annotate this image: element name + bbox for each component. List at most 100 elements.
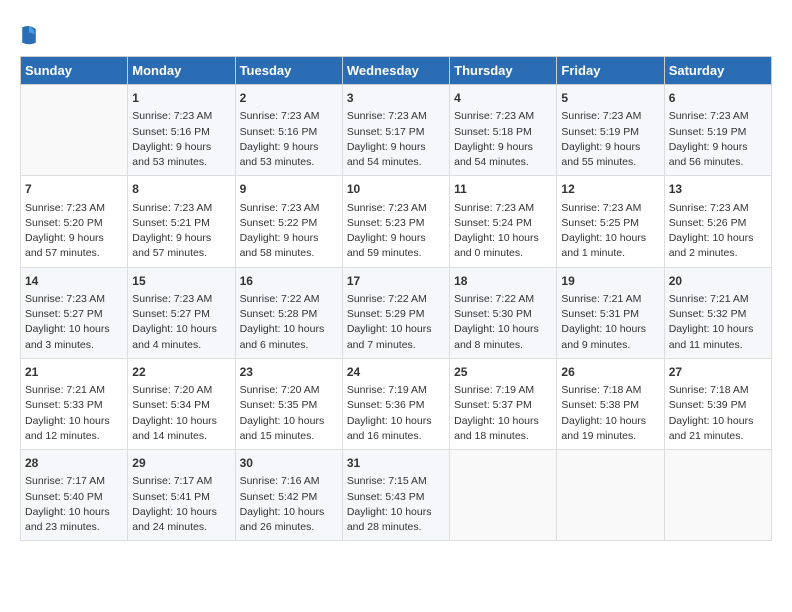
day-number: 6 [669,90,767,107]
cell-text: and 28 minutes. [347,520,445,535]
cell-text: Sunrise: 7:17 AM [132,474,230,489]
day-number: 9 [240,181,338,198]
cell-text: Daylight: 9 hours [561,140,659,155]
cell-text: Sunrise: 7:21 AM [25,383,123,398]
calendar-cell: 18Sunrise: 7:22 AMSunset: 5:30 PMDayligh… [450,267,557,358]
cell-text: Daylight: 10 hours [347,505,445,520]
cell-text: Sunrise: 7:23 AM [347,201,445,216]
cell-text: Daylight: 10 hours [669,322,767,337]
cell-text: and 12 minutes. [25,429,123,444]
cell-text: Daylight: 10 hours [132,322,230,337]
calendar-cell: 9Sunrise: 7:23 AMSunset: 5:22 PMDaylight… [235,176,342,267]
day-number: 1 [132,90,230,107]
calendar-cell: 28 Sunrise: 7:17 AMSunset: 5:40 PMDayligh… [21,450,128,541]
calendar-cell: 5Sunrise: 7:23 AMSunset: 5:19 PMDaylight… [557,85,664,176]
cell-text: and 55 minutes. [561,155,659,170]
cell-text: Sunset: 5:22 PM [240,216,338,231]
day-number: 30 [240,455,338,472]
day-number: 24 [347,364,445,381]
cell-text: Daylight: 10 hours [347,414,445,429]
day-number: 17 [347,273,445,290]
day-number: 25 [454,364,552,381]
cell-text: Daylight: 9 hours [132,231,230,246]
cell-text: Sunrise: 7:23 AM [240,109,338,124]
cell-text: and 18 minutes. [454,429,552,444]
cell-text: and 4 minutes. [132,338,230,353]
calendar-cell: 27Sunrise: 7:18 AMSunset: 5:39 PMDayligh… [664,358,771,449]
cell-text: Daylight: 9 hours [240,140,338,155]
day-number: 11 [454,181,552,198]
cell-text: and 54 minutes. [454,155,552,170]
calendar-cell: 12Sunrise: 7:23 AMSunset: 5:25 PMDayligh… [557,176,664,267]
cell-text: Sunset: 5:26 PM [669,216,767,231]
cell-text: Daylight: 10 hours [25,414,123,429]
cell-text: Sunset: 5:23 PM [347,216,445,231]
day-number: 16 [240,273,338,290]
cell-text: and 24 minutes. [132,520,230,535]
calendar-cell: 8Sunrise: 7:23 AMSunset: 5:21 PMDaylight… [128,176,235,267]
cell-text: Sunrise: 7:18 AM [669,383,767,398]
calendar-cell [664,450,771,541]
cell-text: Sunrise: 7:23 AM [669,109,767,124]
day-number: 27 [669,364,767,381]
cell-text: Sunrise: 7:20 AM [240,383,338,398]
cell-text: and 19 minutes. [561,429,659,444]
cell-text: and 53 minutes. [240,155,338,170]
day-number: 10 [347,181,445,198]
calendar-cell: 4Sunrise: 7:23 AMSunset: 5:18 PMDaylight… [450,85,557,176]
cell-text: Sunrise: 7:23 AM [669,201,767,216]
cell-text: Sunset: 5:20 PM [25,216,123,231]
col-header-thursday: Thursday [450,57,557,85]
calendar-cell: 24Sunrise: 7:19 AMSunset: 5:36 PMDayligh… [342,358,449,449]
cell-text: Sunset: 5:42 PM [240,490,338,505]
cell-text: Sunset: 5:31 PM [561,307,659,322]
day-number: 2 [240,90,338,107]
cell-text: Sunrise: 7:19 AM [454,383,552,398]
cell-text: Sunrise: 7:15 AM [347,474,445,489]
cell-text: Sunset: 5:28 PM [240,307,338,322]
calendar-cell: 7Sunrise: 7:23 AMSunset: 5:20 PMDaylight… [21,176,128,267]
cell-text: Sunrise: 7:22 AM [347,292,445,307]
cell-text: Daylight: 10 hours [561,414,659,429]
cell-text: Daylight: 9 hours [347,140,445,155]
cell-text: and 21 minutes. [669,429,767,444]
cell-text: Daylight: 10 hours [561,322,659,337]
cell-text: Daylight: 10 hours [25,505,123,520]
col-header-monday: Monday [128,57,235,85]
day-number: 7 [25,181,123,198]
cell-text: Sunset: 5:16 PM [240,125,338,140]
day-number: 19 [561,273,659,290]
day-number: 14 [25,273,123,290]
day-number: 21 [25,364,123,381]
cell-text: Daylight: 9 hours [347,231,445,246]
cell-text: Sunrise: 7:23 AM [132,292,230,307]
week-row-3: 14Sunrise: 7:23 AMSunset: 5:27 PMDayligh… [21,267,772,358]
cell-text: and 11 minutes. [669,338,767,353]
cell-text: Sunrise: 7:22 AM [454,292,552,307]
cell-text: Sunset: 5:25 PM [561,216,659,231]
cell-text: Sunrise: 7:23 AM [25,292,123,307]
day-number: 4 [454,90,552,107]
day-number: 28 [25,455,123,472]
logo [20,22,40,46]
cell-text: Daylight: 9 hours [669,140,767,155]
day-number: 3 [347,90,445,107]
cell-text: and 54 minutes. [347,155,445,170]
cell-text: Sunrise: 7:17 AM [25,474,123,489]
cell-text: Daylight: 10 hours [454,322,552,337]
day-number: 20 [669,273,767,290]
cell-text: and 7 minutes. [347,338,445,353]
cell-text: Daylight: 10 hours [132,414,230,429]
cell-text: Sunset: 5:40 PM [25,490,123,505]
cell-text: Sunset: 5:41 PM [132,490,230,505]
calendar-cell: 21Sunrise: 7:21 AMSunset: 5:33 PMDayligh… [21,358,128,449]
calendar-cell: 31Sunrise: 7:15 AMSunset: 5:43 PMDayligh… [342,450,449,541]
cell-text: Sunset: 5:30 PM [454,307,552,322]
calendar-cell: 13Sunrise: 7:23 AMSunset: 5:26 PMDayligh… [664,176,771,267]
day-number: 29 [132,455,230,472]
col-header-sunday: Sunday [21,57,128,85]
day-number: 8 [132,181,230,198]
cell-text: Daylight: 9 hours [240,231,338,246]
cell-text: Daylight: 10 hours [240,414,338,429]
cell-text: Sunrise: 7:23 AM [132,201,230,216]
